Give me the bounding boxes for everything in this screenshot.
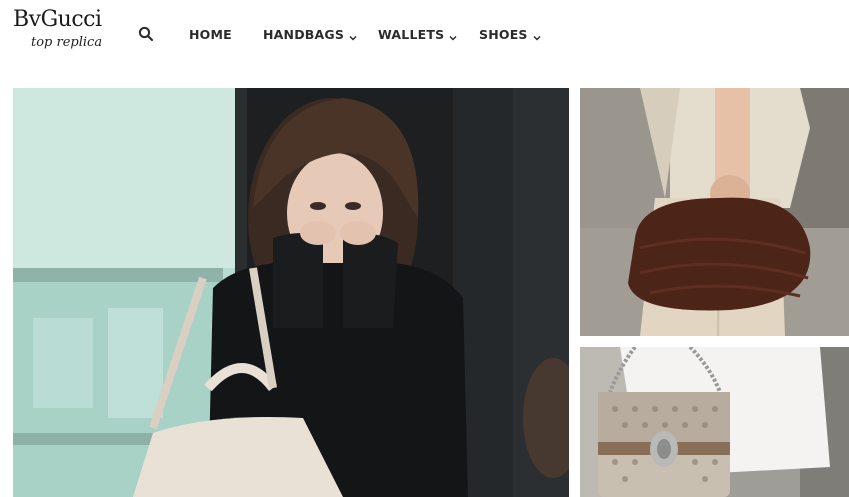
nav-item-label: HANDBAGS: [263, 26, 345, 42]
product-image-woven-pouch-bag[interactable]: [580, 88, 849, 336]
search-icon[interactable]: [138, 26, 154, 42]
nav-item-label: WALLETS: [378, 26, 445, 42]
nav-item-home[interactable]: HOME: [189, 26, 232, 42]
chevron-down-icon: [533, 30, 541, 41]
chevron-down-icon: [449, 30, 457, 41]
logo-wordmark: BvGucci: [13, 7, 102, 32]
nav-item-handbags[interactable]: HANDBAGS: [263, 26, 357, 42]
logo-tagline: top replica: [31, 35, 103, 50]
nav-item-shoes[interactable]: SHOES: [479, 26, 541, 42]
product-image-gg-shoulder-bag[interactable]: [580, 347, 849, 497]
hero-image-woman-with-bag[interactable]: [13, 88, 569, 497]
site-header: BvGucci top replica HOME HANDBAGS WALLET…: [0, 0, 849, 72]
nav-item-label: HOME: [189, 26, 232, 42]
site-logo[interactable]: BvGucci top replica: [13, 7, 113, 59]
nav-item-label: SHOES: [479, 26, 528, 42]
chevron-down-icon: [349, 30, 357, 41]
nav-item-wallets[interactable]: WALLETS: [378, 26, 457, 42]
